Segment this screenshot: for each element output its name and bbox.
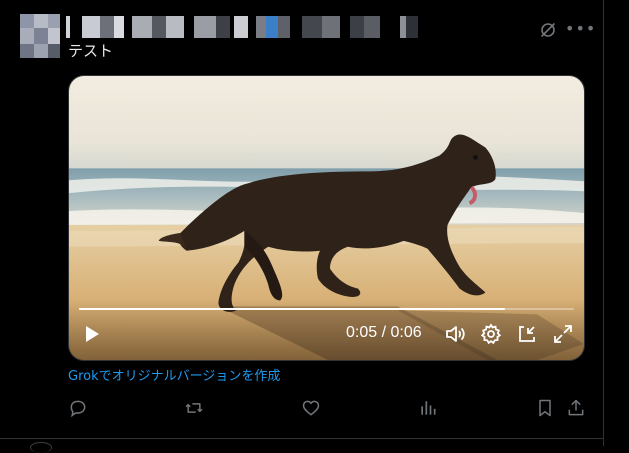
heart-icon[interactable] (301, 398, 323, 420)
post-container: ••• テスト 0:05 / 0:06 Grokでオリジナルバージョンを作成 (0, 0, 604, 453)
post-text: テスト (68, 42, 114, 60)
reply-icon[interactable] (68, 398, 90, 420)
next-post-avatar[interactable] (30, 442, 52, 453)
grok-create-version-link[interactable]: Grokでオリジナルバージョンを作成 (68, 368, 280, 386)
video-progress-bar[interactable] (79, 308, 574, 310)
gear-icon[interactable] (479, 322, 503, 346)
pip-icon[interactable] (515, 322, 539, 346)
video-time: 0:05 / 0:06 (346, 324, 422, 341)
views-icon[interactable] (418, 398, 440, 420)
share-icon[interactable] (566, 398, 588, 420)
more-icon[interactable]: ••• (565, 18, 595, 40)
avatar[interactable] (20, 14, 60, 58)
grok-icon[interactable] (539, 21, 557, 39)
volume-icon[interactable] (443, 322, 467, 346)
video-controls: 0:05 / 0:06 (69, 300, 584, 360)
author-name-blurred[interactable] (66, 16, 426, 38)
fullscreen-icon[interactable] (551, 322, 575, 346)
bookmark-icon[interactable] (535, 398, 557, 420)
video-player[interactable]: 0:05 / 0:06 (68, 75, 585, 361)
play-icon[interactable] (79, 322, 103, 346)
repost-icon[interactable] (184, 398, 206, 420)
video-progress-fill (79, 308, 505, 310)
post-action-bar (68, 398, 590, 420)
post-divider (0, 438, 603, 439)
